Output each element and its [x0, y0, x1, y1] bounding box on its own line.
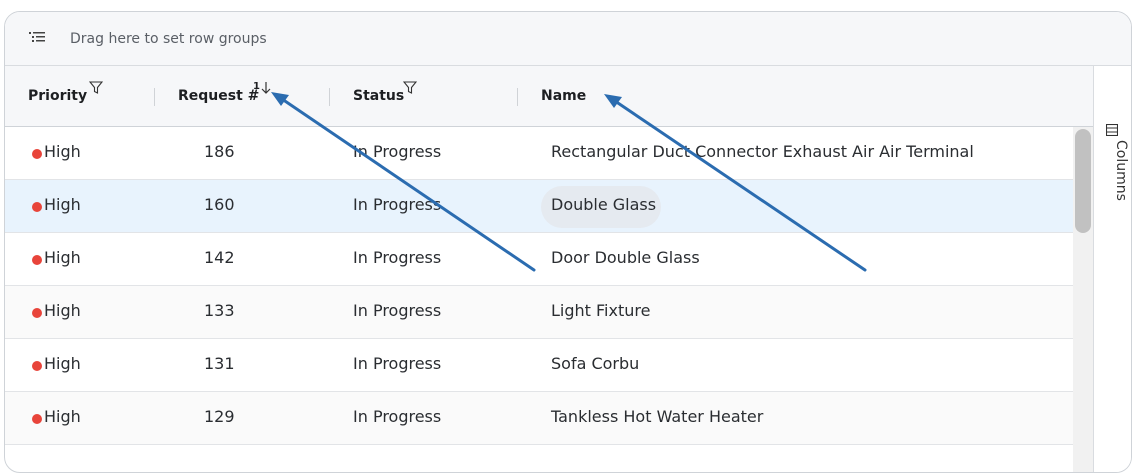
request-cell[interactable]: 160	[204, 195, 235, 214]
columns-panel-button[interactable]: Columns	[1102, 124, 1129, 214]
column-header-status[interactable]: Status	[353, 88, 404, 104]
priority-indicator	[32, 414, 42, 424]
priority-cell[interactable]: High	[44, 248, 81, 267]
column-header-row: Priority Request # 1 Status Name	[5, 66, 1093, 127]
name-cell[interactable]: Door Double Glass	[551, 248, 700, 267]
request-cell[interactable]: 131	[204, 354, 235, 373]
row-groups-icon	[29, 32, 45, 42]
sort-order-index: 1	[253, 81, 260, 92]
priority-cell[interactable]: High	[44, 301, 81, 320]
status-cell[interactable]: In Progress	[353, 354, 441, 373]
priority-indicator	[32, 361, 42, 371]
priority-cell[interactable]: High	[44, 407, 81, 426]
row-group-drop-zone[interactable]: Drag here to set row groups	[5, 12, 1131, 66]
status-cell[interactable]: In Progress	[353, 142, 441, 161]
priority-indicator	[32, 255, 42, 265]
priority-cell[interactable]: High	[44, 354, 81, 373]
name-cell[interactable]: Rectangular Duct Connector Exhaust Air A…	[551, 142, 974, 161]
columns-panel-label: Columns	[1113, 140, 1129, 201]
column-header-priority[interactable]: Priority	[28, 88, 87, 104]
filter-icon[interactable]	[403, 81, 417, 95]
request-cell[interactable]: 142	[204, 248, 235, 267]
row-group-placeholder: Drag here to set row groups	[70, 31, 267, 47]
column-resize-handle[interactable]	[517, 88, 518, 106]
name-cell[interactable]: Light Fixture	[551, 301, 650, 320]
name-cell[interactable]: Sofa Corbu	[551, 354, 639, 373]
table-row[interactable]: High 131 In Progress Sofa Corbu	[5, 339, 1073, 392]
column-resize-handle[interactable]	[329, 88, 330, 106]
column-resize-handle[interactable]	[154, 88, 155, 106]
status-cell[interactable]: In Progress	[353, 407, 441, 426]
column-header-request[interactable]: Request #	[178, 88, 259, 104]
priority-cell[interactable]: High	[44, 142, 81, 161]
table-row[interactable]: High 142 In Progress Door Double Glass	[5, 233, 1073, 286]
request-cell[interactable]: 186	[204, 142, 235, 161]
status-cell[interactable]: In Progress	[353, 301, 441, 320]
filter-icon[interactable]	[89, 81, 103, 95]
priority-indicator	[32, 202, 42, 212]
table-row[interactable]: High 133 In Progress Light Fixture	[5, 286, 1073, 339]
priority-indicator	[32, 308, 42, 318]
column-header-name[interactable]: Name	[541, 88, 586, 104]
table-row[interactable]: High 129 In Progress Tankless Hot Water …	[5, 392, 1073, 445]
table-row[interactable]: High 160 In Progress Double Glass	[5, 180, 1073, 233]
status-cell[interactable]: In Progress	[353, 195, 441, 214]
columns-side-panel: Columns	[1093, 66, 1131, 472]
scrollbar-thumb[interactable]	[1075, 129, 1091, 233]
priority-cell[interactable]: High	[44, 195, 81, 214]
priority-indicator	[32, 149, 42, 159]
columns-icon	[1106, 124, 1118, 136]
table-row[interactable]: High 186 In Progress Rectangular Duct Co…	[5, 127, 1073, 180]
grid-body: High 186 In Progress Rectangular Duct Co…	[5, 127, 1093, 472]
name-cell[interactable]: Tankless Hot Water Heater	[551, 407, 763, 426]
sort-descending-icon[interactable]	[260, 81, 272, 95]
request-cell[interactable]: 129	[204, 407, 235, 426]
request-cell[interactable]: 133	[204, 301, 235, 320]
data-grid: Drag here to set row groups Priority Req…	[4, 11, 1132, 473]
status-cell[interactable]: In Progress	[353, 248, 441, 267]
name-cell[interactable]: Double Glass	[551, 195, 656, 214]
